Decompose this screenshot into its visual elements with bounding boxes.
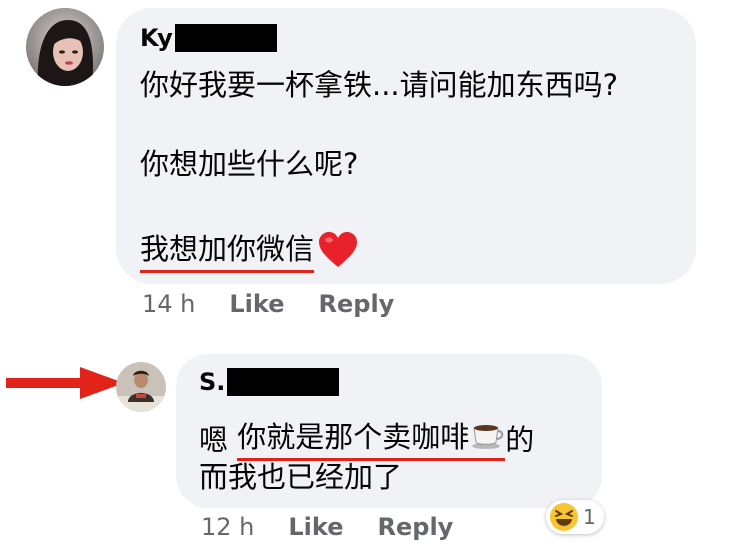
comment-1-time[interactable]: 14 h bbox=[142, 290, 195, 318]
commenter-avatar-s[interactable] bbox=[116, 362, 166, 412]
comment-2-line-1-prefix: 嗯 bbox=[199, 422, 238, 457]
comment-2-line-1-underlined-text: 你就是那个卖咖啡 bbox=[237, 420, 470, 454]
commenter-avatar-ky[interactable] bbox=[26, 8, 104, 86]
comment-2-meta: 12 h Like Reply bbox=[201, 513, 453, 541]
comment-1-line-2: 你想加些什么呢? bbox=[140, 147, 359, 181]
comment-1-line-3-row: 我想加你微信 bbox=[140, 226, 358, 273]
red-arrow-icon bbox=[6, 365, 124, 405]
redaction-bar bbox=[174, 24, 277, 52]
comment-2-line-2: 而我也已经加了 bbox=[199, 460, 403, 494]
comment-2-time[interactable]: 12 h bbox=[201, 513, 254, 541]
comment-2-line-1-suffix: 的 bbox=[505, 422, 535, 457]
reaction-badge[interactable]: 1 bbox=[546, 500, 604, 534]
comment-1-reply-button[interactable]: Reply bbox=[319, 290, 395, 318]
comment-1-meta: 14 h Like Reply bbox=[142, 290, 394, 318]
comment-2-author-name[interactable]: S. bbox=[199, 368, 225, 396]
comment-1-like-button[interactable]: Like bbox=[229, 290, 284, 318]
laughing-reaction-icon bbox=[549, 502, 579, 532]
comment-1-line-1: 你好我要一杯拿铁...请问能加东西吗? bbox=[140, 68, 619, 102]
comment-2-like-button[interactable]: Like bbox=[288, 513, 343, 541]
reaction-count: 1 bbox=[583, 505, 596, 529]
coffee-emoji-icon bbox=[471, 420, 505, 450]
heart-emoji-icon bbox=[318, 231, 358, 269]
comment-2-reply-button[interactable]: Reply bbox=[378, 513, 454, 541]
comment-1-author-row: Ky bbox=[140, 24, 277, 52]
avatar-photo-1 bbox=[26, 8, 104, 86]
comment-1-line-3-underlined: 我想加你微信 bbox=[140, 226, 315, 273]
avatar-photo-2 bbox=[116, 362, 166, 412]
redaction-bar bbox=[227, 368, 340, 396]
comment-2-author-row: S. bbox=[199, 368, 340, 396]
comment-1-author-name[interactable]: Ky bbox=[140, 24, 173, 52]
